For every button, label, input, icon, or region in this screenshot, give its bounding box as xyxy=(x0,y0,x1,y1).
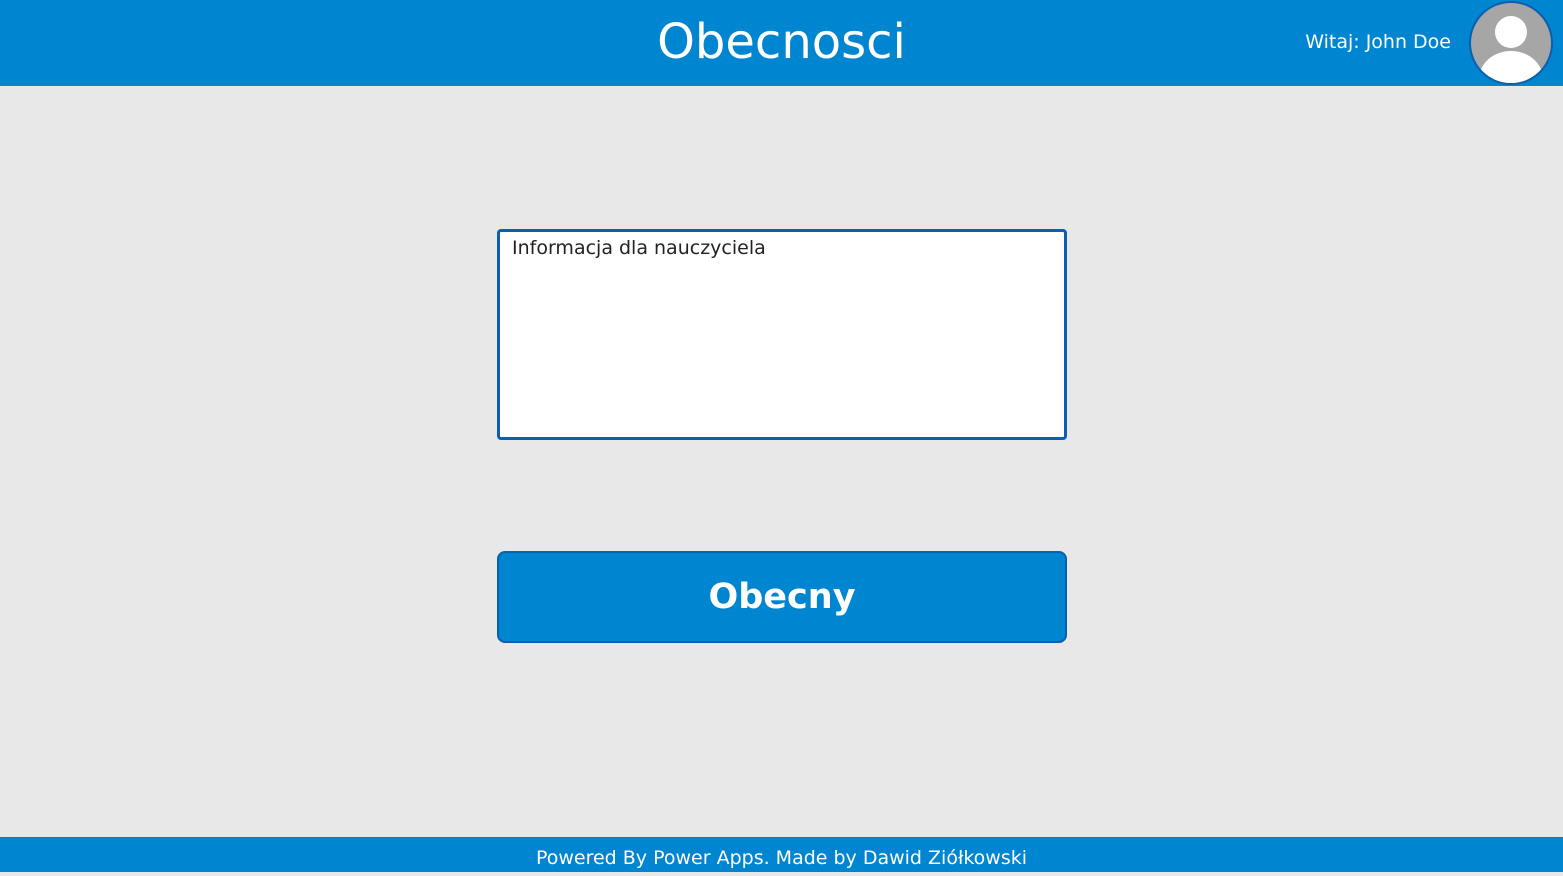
header-bar: Obecnosci Witaj: John Doe xyxy=(0,0,1563,86)
avatar[interactable] xyxy=(1469,1,1553,85)
footer-bar: Powered By Power Apps. Made by Dawid Zió… xyxy=(0,837,1563,872)
teacher-message-input[interactable] xyxy=(497,229,1067,440)
main-content: Obecny xyxy=(0,86,1563,837)
user-greeting: Witaj: John Doe xyxy=(1305,31,1451,53)
present-button[interactable]: Obecny xyxy=(497,551,1067,643)
footer-credits: Powered By Power Apps. Made by Dawid Zió… xyxy=(535,847,1028,869)
user-avatar-icon xyxy=(1479,16,1543,83)
